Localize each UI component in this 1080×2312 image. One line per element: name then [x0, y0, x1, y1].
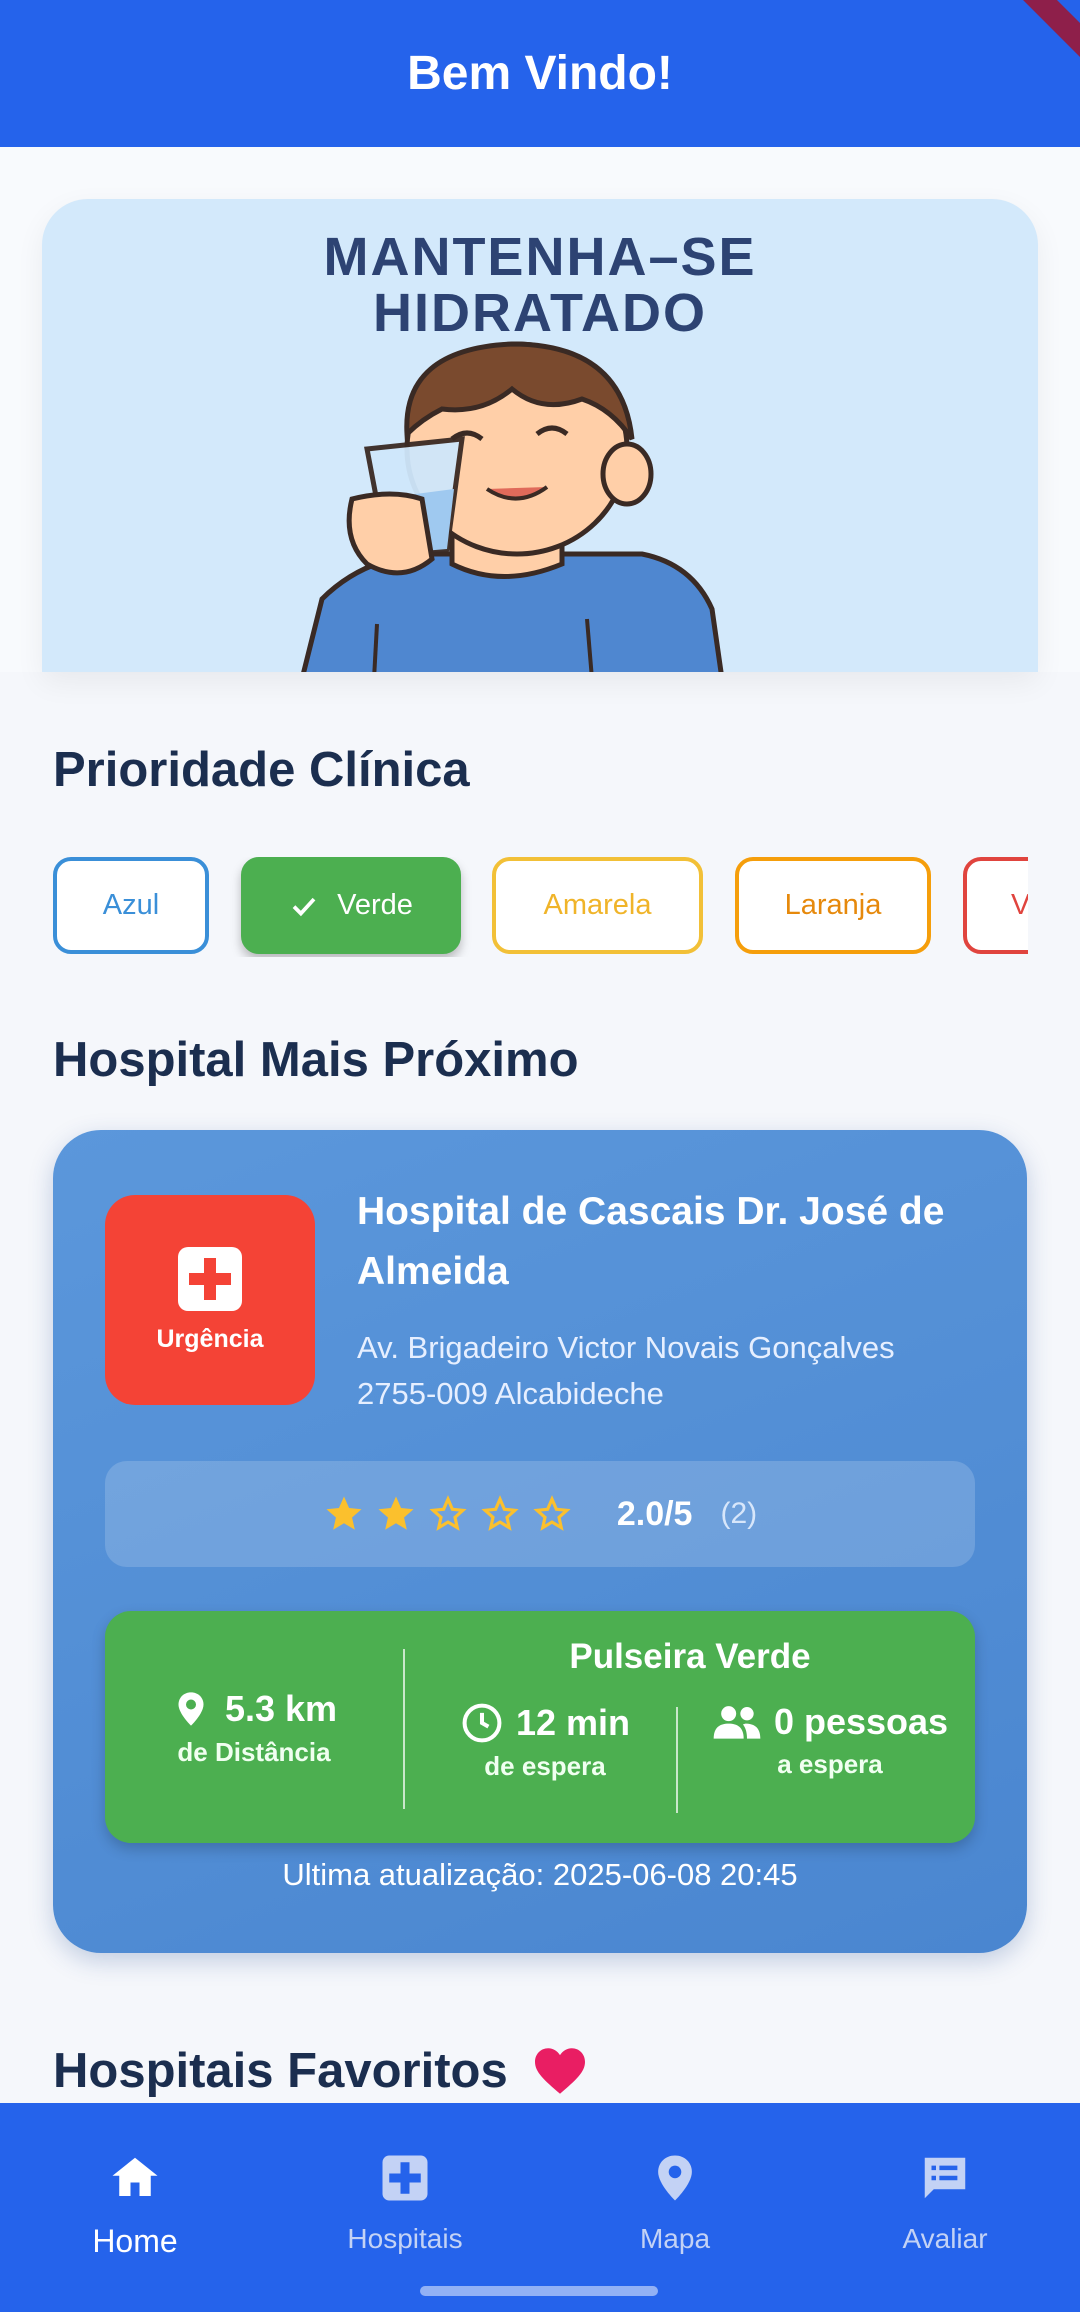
banner-section: MANTENHA–SE HIDRATADO	[0, 147, 1080, 672]
wait-time-block: 12 min de espera	[435, 1701, 655, 1782]
queue-label: a espera	[777, 1749, 883, 1779]
urgency-badge: Urgência	[105, 1195, 315, 1405]
bottom-navigation: Home Hospitais Mapa Avaliar	[0, 2103, 1080, 2312]
boy-drinking-water-illustration	[301, 341, 724, 672]
priority-section-title: Prioridade Clínica	[53, 743, 470, 797]
chip-verde[interactable]: Verde	[241, 857, 461, 954]
chip-label: Laranja	[784, 889, 882, 921]
chip-azul[interactable]: Azul	[53, 857, 209, 954]
hydration-banner[interactable]: MANTENHA–SE HIDRATADO	[42, 199, 1038, 672]
nav-label: Mapa	[639, 2223, 711, 2254]
status-panel: 5.3 km de Distância Pulseira Verde 12 mi…	[105, 1611, 975, 1843]
priority-chip-list: Azul Verde Amarela Laranja V	[53, 857, 1028, 957]
star-outline-icon	[429, 1495, 467, 1531]
check-icon	[292, 897, 316, 916]
chip-laranja[interactable]: Laranja	[735, 857, 931, 954]
nearest-hospital-title: Hospital Mais Próximo	[53, 1033, 579, 1087]
urgency-label: Urgência	[156, 1324, 264, 1353]
nav-map[interactable]: Mapa	[540, 2103, 810, 2312]
feedback-icon	[924, 2157, 966, 2199]
nav-label: Home	[92, 2223, 178, 2259]
star-filled-icon	[378, 1496, 414, 1530]
distance-block: 5.3 km de Distância	[105, 1611, 403, 1843]
rating-panel: 2.0/5 (2)	[105, 1461, 975, 1567]
chip-label: Verde	[337, 889, 413, 921]
last-updated-text: Ultima atualização: 2025-06-08 20:45	[282, 1857, 798, 1892]
chip-label: Amarela	[543, 889, 652, 921]
chip-amarela[interactable]: Amarela	[492, 857, 703, 954]
queue-value: 0 pessoas	[773, 1701, 949, 1742]
people-icon	[713, 1706, 761, 1739]
favorites-title-text: Hospitais Favoritos	[53, 2044, 508, 2098]
medical-cross-icon	[178, 1246, 242, 1311]
heart-icon	[534, 2048, 585, 2094]
rating-count: (2)	[720, 1497, 758, 1530]
chip-label: V	[1011, 889, 1028, 921]
clock-icon	[462, 1703, 502, 1743]
hospital-address: Av. Brigadeiro Victor Novais Gonçalves 2…	[357, 1330, 895, 1411]
nav-label: Avaliar	[902, 2223, 988, 2254]
wait-time-label: de espera	[484, 1751, 606, 1781]
distance-label: de Distância	[177, 1736, 331, 1767]
nearest-hospital-card[interactable]: Urgência Hospital de Cascais Dr. José de…	[53, 1130, 1027, 1953]
star-outline-icon	[481, 1495, 519, 1531]
distance-value: 5.3 km	[224, 1687, 338, 1729]
star-filled-icon	[326, 1496, 362, 1530]
wait-time-value: 12 min	[515, 1702, 631, 1743]
location-pin-icon	[178, 1691, 204, 1726]
star-outline-icon	[533, 1495, 571, 1531]
banner-text: MANTENHA–SE HIDRATADO	[323, 227, 757, 343]
debug-banner	[1009, 0, 1080, 71]
app-bar: Bem Vindo!	[0, 0, 1080, 147]
nav-rate[interactable]: Avaliar	[810, 2103, 1080, 2312]
chip-vermelha[interactable]: V	[963, 857, 1028, 954]
nav-label: Hospitais	[347, 2223, 463, 2254]
favorites-section-title: Hospitais Favoritos	[53, 2043, 588, 2099]
hospital-icon	[382, 2155, 428, 2201]
app-title: Bem Vindo!	[407, 47, 673, 100]
hospital-name: Hospital de Cascais Dr. José de Almeida	[357, 1190, 945, 1293]
home-icon	[112, 2157, 158, 2196]
queue-block: 0 pessoas a espera	[685, 1701, 975, 1780]
nav-hospitals[interactable]: Hospitais	[270, 2103, 540, 2312]
chip-label: Azul	[102, 889, 160, 921]
nav-home[interactable]: Home	[0, 2103, 270, 2312]
rating-value: 2.0/5	[616, 1494, 693, 1533]
home-indicator[interactable]	[420, 2286, 658, 2296]
map-pin-icon	[658, 2155, 692, 2201]
divider	[676, 1707, 678, 1813]
bracelet-label: Pulseira Verde	[569, 1637, 811, 1676]
